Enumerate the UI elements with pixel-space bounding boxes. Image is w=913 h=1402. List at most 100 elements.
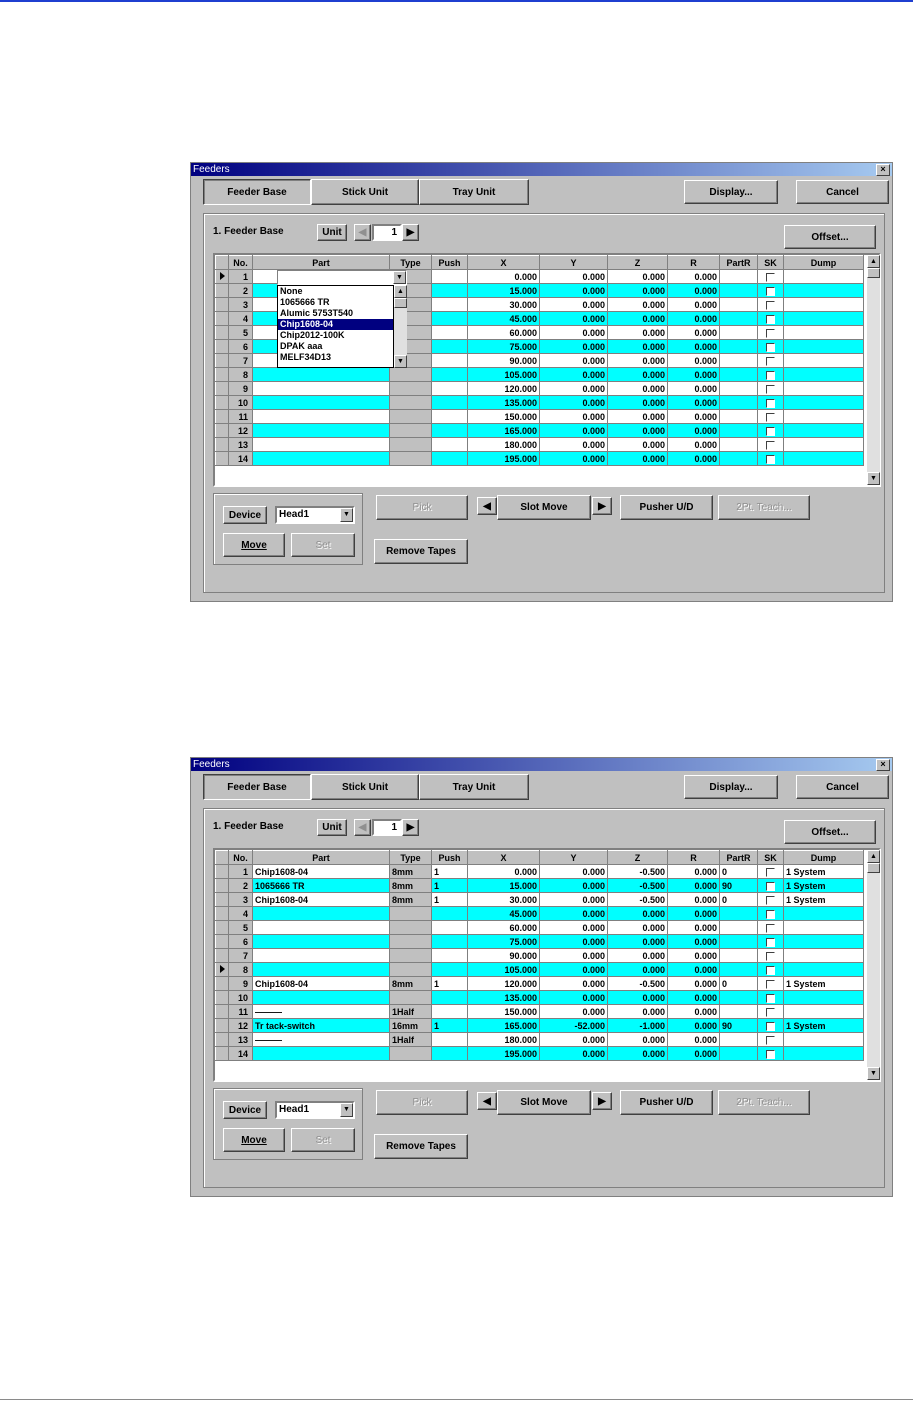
z-cell[interactable]: 0.000: [607, 920, 668, 935]
y-cell[interactable]: 0.000: [539, 1032, 608, 1047]
slot-move-button[interactable]: Slot Move: [497, 495, 591, 520]
table-row[interactable]: 13 ——— 1Half 180.000 0.000 0.000 0.000: [215, 1032, 864, 1047]
dump-cell[interactable]: [783, 437, 864, 452]
table-row[interactable]: 10 135.000 0.000 0.000 0.000: [215, 990, 864, 1005]
tab-stick-unit[interactable]: Stick Unit: [311, 774, 419, 800]
x-cell[interactable]: 75.000: [467, 934, 540, 949]
sk-cell[interactable]: [757, 367, 784, 382]
remove-tapes-button[interactable]: Remove Tapes: [374, 1134, 468, 1159]
sk-cell[interactable]: [757, 381, 784, 396]
z-cell[interactable]: 0.000: [607, 339, 668, 354]
r-cell[interactable]: 0.000: [667, 1004, 720, 1019]
type-cell[interactable]: [389, 409, 432, 424]
move-button[interactable]: Move: [223, 1128, 285, 1152]
z-cell[interactable]: 0.000: [607, 451, 668, 466]
sk-checkbox[interactable]: [766, 1035, 775, 1045]
partr-cell[interactable]: [719, 381, 758, 396]
type-cell[interactable]: [389, 437, 432, 452]
part-dropdown-scrollbar[interactable]: ▲ ▼: [394, 285, 407, 368]
row-selector[interactable]: [215, 367, 229, 382]
row-selector[interactable]: [215, 990, 229, 1005]
sk-checkbox[interactable]: [766, 286, 775, 296]
x-cell[interactable]: 15.000: [467, 878, 540, 893]
r-cell[interactable]: 0.000: [667, 864, 720, 879]
z-cell[interactable]: -1.000: [607, 1018, 668, 1033]
sk-cell[interactable]: [757, 962, 784, 977]
x-cell[interactable]: 105.000: [467, 367, 540, 382]
sk-checkbox[interactable]: [766, 398, 775, 408]
partr-cell[interactable]: [719, 325, 758, 340]
header-r[interactable]: R: [667, 850, 720, 865]
title-bar[interactable]: Feeders ×: [191, 163, 892, 176]
push-cell[interactable]: [431, 269, 468, 284]
type-cell[interactable]: 8mm: [389, 878, 432, 893]
dump-cell[interactable]: [783, 906, 864, 921]
x-cell[interactable]: 150.000: [467, 409, 540, 424]
table-row[interactable]: 8 105.000 0.000 0.000 0.000: [215, 962, 864, 977]
slot-move-prev-button[interactable]: ◀: [477, 497, 497, 515]
part-cell[interactable]: ———: [252, 1004, 390, 1019]
partr-cell[interactable]: 0: [719, 864, 758, 879]
partr-cell[interactable]: [719, 395, 758, 410]
r-cell[interactable]: 0.000: [667, 878, 720, 893]
z-cell[interactable]: 0.000: [607, 948, 668, 963]
cancel-button[interactable]: Cancel: [796, 775, 889, 799]
table-row[interactable]: 14 195.000 0.000 0.000 0.000: [215, 451, 864, 466]
sk-cell[interactable]: [757, 353, 784, 368]
sk-cell[interactable]: [757, 1046, 784, 1061]
part-cell[interactable]: Chip1608-04: [252, 864, 390, 879]
x-cell[interactable]: 0.000: [467, 864, 540, 879]
sk-checkbox[interactable]: [766, 314, 775, 324]
r-cell[interactable]: 0.000: [667, 962, 720, 977]
dump-cell[interactable]: 1 System: [783, 878, 864, 893]
table-row[interactable]: 3 Chip1608-04 8mm 1 30.000 0.000 -0.500 0.000 0 1…: [215, 892, 864, 907]
push-cell[interactable]: [431, 311, 468, 326]
sk-cell[interactable]: [757, 878, 784, 893]
type-cell[interactable]: [389, 962, 432, 977]
z-cell[interactable]: 0.000: [607, 381, 668, 396]
x-cell[interactable]: 15.000: [467, 283, 540, 298]
table-row[interactable]: 13 180.000 0.000 0.000 0.000: [215, 437, 864, 452]
table-row[interactable]: 9 120.000 0.000 0.000 0.000: [215, 381, 864, 396]
part-cell[interactable]: [252, 934, 390, 949]
part-cell[interactable]: [252, 948, 390, 963]
dump-cell[interactable]: [783, 1032, 864, 1047]
device-select[interactable]: Head1 ▼: [275, 506, 355, 524]
header-x[interactable]: X: [467, 255, 540, 270]
x-cell[interactable]: 180.000: [467, 437, 540, 452]
row-selector[interactable]: [215, 976, 229, 991]
partr-cell[interactable]: [719, 311, 758, 326]
part-cell[interactable]: [252, 920, 390, 935]
part-cell[interactable]: [252, 367, 390, 382]
z-cell[interactable]: 0.000: [607, 269, 668, 284]
type-cell[interactable]: [389, 451, 432, 466]
z-cell[interactable]: -0.500: [607, 892, 668, 907]
header-dump[interactable]: Dump: [783, 850, 864, 865]
y-cell[interactable]: 0.000: [539, 892, 608, 907]
two-point-teach-button[interactable]: 2Pt. Teach...: [718, 1090, 810, 1115]
header-part[interactable]: Part: [252, 255, 390, 270]
sk-cell[interactable]: [757, 1004, 784, 1019]
set-button[interactable]: Set: [291, 1128, 355, 1152]
r-cell[interactable]: 0.000: [667, 409, 720, 424]
grid-vertical-scrollbar[interactable]: ▲ ▼: [867, 255, 880, 485]
partr-cell[interactable]: 90: [719, 878, 758, 893]
type-cell[interactable]: [389, 990, 432, 1005]
push-cell[interactable]: [431, 381, 468, 396]
remove-tapes-button[interactable]: Remove Tapes: [374, 539, 468, 564]
r-cell[interactable]: 0.000: [667, 297, 720, 312]
push-cell[interactable]: [431, 1046, 468, 1061]
dump-cell[interactable]: [783, 339, 864, 354]
z-cell[interactable]: 0.000: [607, 367, 668, 382]
x-cell[interactable]: 120.000: [467, 976, 540, 991]
chevron-down-icon[interactable]: ▼: [340, 508, 353, 522]
push-cell[interactable]: [431, 283, 468, 298]
sk-checkbox[interactable]: [766, 895, 775, 905]
header-z[interactable]: Z: [607, 255, 668, 270]
sk-checkbox[interactable]: [766, 937, 775, 947]
unit-number-field[interactable]: 1: [372, 819, 402, 836]
sk-cell[interactable]: [757, 934, 784, 949]
scroll-down-icon[interactable]: ▼: [394, 355, 407, 368]
header-push[interactable]: Push: [431, 850, 468, 865]
x-cell[interactable]: 165.000: [467, 1018, 540, 1033]
